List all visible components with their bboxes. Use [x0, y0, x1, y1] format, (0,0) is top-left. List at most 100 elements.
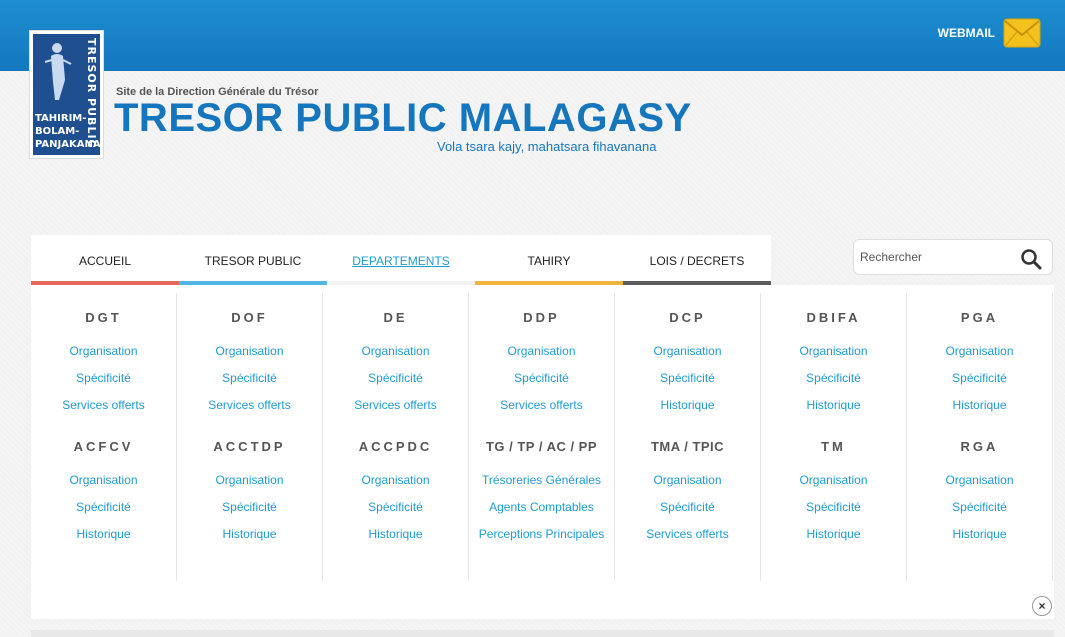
menu-group: DDP Organisation Spécificité Services offer…: [469, 301, 614, 422]
menu-link[interactable]: Historique: [615, 395, 760, 422]
menu-link[interactable]: Spécificité: [761, 497, 906, 524]
menu-group-title[interactable]: DE: [323, 301, 468, 341]
menu-link[interactable]: Organisation: [761, 341, 906, 368]
menu-link[interactable]: Organisation: [323, 470, 468, 497]
menu-group: RGA Organisation Spécificité Historique: [907, 430, 1052, 551]
menu-column: DGT Organisation Spécificité Services offer…: [31, 293, 177, 581]
menu-group-title[interactable]: ACCTDP: [177, 430, 322, 470]
menu-link[interactable]: Historique: [907, 395, 1052, 422]
menu-link[interactable]: Organisation: [323, 341, 468, 368]
logo-emblem: TRESOR PUBLIC TAHIRIM- BOLAM- PANJAKANA: [33, 34, 100, 155]
site-title[interactable]: TRESOR PUBLIC MALAGASY: [114, 96, 692, 141]
menu-group-title[interactable]: TG / TP / AC / PP: [469, 430, 614, 470]
logo-line: PANJAKANA: [35, 139, 100, 150]
menu-link[interactable]: Organisation: [615, 341, 760, 368]
menu-group: TM Organisation Spécificité Historique: [761, 430, 906, 551]
nav-item-tahiry[interactable]: TAHIRY: [475, 235, 623, 285]
nav-label: TRESOR PUBLIC: [204, 254, 302, 268]
menu-link[interactable]: Services offerts: [177, 395, 322, 422]
menu-link[interactable]: Organisation: [177, 341, 322, 368]
menu-group-title[interactable]: DGT: [31, 301, 176, 341]
menu-link[interactable]: Agents Comptables: [469, 497, 614, 524]
nav-label: LOIS / DECRETS: [649, 254, 745, 268]
menu-link[interactable]: Spécificité: [907, 368, 1052, 395]
menu-link[interactable]: Spécificité: [31, 368, 176, 395]
menu-link[interactable]: Services offerts: [615, 524, 760, 551]
menu-link[interactable]: Organisation: [31, 341, 176, 368]
menu-group: TMA / TPIC Organisation Spécificité Service…: [615, 430, 760, 551]
menu-group: TG / TP / AC / PP Trésoreries Générales Ag…: [469, 430, 614, 551]
search-icon[interactable]: [1020, 248, 1042, 270]
menu-column: DOF Organisation Spécificité Services offer…: [177, 293, 323, 581]
search-input[interactable]: [860, 250, 1010, 264]
menu-group: PGA Organisation Spécificité Historique: [907, 301, 1052, 422]
menu-link[interactable]: Spécificité: [907, 497, 1052, 524]
nav-label: DEPARTEMENTS: [352, 254, 450, 268]
search-box: [853, 239, 1053, 275]
menu-link[interactable]: Organisation: [31, 470, 176, 497]
menu-group: ACCPDC Organisation Spécificité Historique: [323, 430, 468, 551]
menu-link[interactable]: Spécificité: [177, 368, 322, 395]
menu-link[interactable]: Historique: [761, 524, 906, 551]
nav-item-accueil[interactable]: ACCUEIL: [31, 235, 179, 285]
menu-group: DBIFA Organisation Spécificité Historique: [761, 301, 906, 422]
menu-link[interactable]: Spécificité: [761, 368, 906, 395]
menu-link[interactable]: Historique: [323, 524, 468, 551]
menu-group-title[interactable]: DCP: [615, 301, 760, 341]
nav-item-lois-decrets[interactable]: LOIS / DECRETS: [623, 235, 771, 285]
top-bar: WEBMAIL: [0, 0, 1065, 71]
menu-link[interactable]: Spécificité: [615, 368, 760, 395]
menu-link[interactable]: Organisation: [177, 470, 322, 497]
nav-label: ACCUEIL: [78, 254, 131, 268]
menu-link[interactable]: Historique: [177, 524, 322, 551]
menu-column: DDP Organisation Spécificité Services offer…: [469, 293, 615, 581]
menu-group-title[interactable]: DOF: [177, 301, 322, 341]
menu-link[interactable]: Spécificité: [177, 497, 322, 524]
menu-link[interactable]: Spécificité: [31, 497, 176, 524]
content-edge: [31, 630, 1054, 637]
menu-group-title[interactable]: RGA: [907, 430, 1052, 470]
menu-group-title[interactable]: TMA / TPIC: [615, 430, 760, 470]
menu-group-title[interactable]: ACFCV: [31, 430, 176, 470]
menu-group-title[interactable]: DBIFA: [761, 301, 906, 341]
logo-line: TAHIRIM-: [35, 113, 87, 124]
menu-link[interactable]: Historique: [907, 524, 1052, 551]
menu-link[interactable]: Organisation: [907, 341, 1052, 368]
site-slogan: Vola tsara kajy, mahatsara fihavanana: [437, 139, 657, 154]
menu-link[interactable]: Services offerts: [323, 395, 468, 422]
menu-link[interactable]: Spécificité: [469, 368, 614, 395]
menu-link[interactable]: Spécificité: [323, 368, 468, 395]
menu-link[interactable]: Trésoreries Générales: [469, 470, 614, 497]
logo-line: BOLAM-: [35, 126, 80, 137]
envelope-icon: [1003, 18, 1041, 48]
menu-link[interactable]: Organisation: [761, 470, 906, 497]
menu-link[interactable]: Spécificité: [615, 497, 760, 524]
menu-link[interactable]: Organisation: [907, 470, 1052, 497]
webmail-label: WEBMAIL: [937, 26, 995, 40]
menu-link[interactable]: Spécificité: [323, 497, 468, 524]
main-nav: ACCUEIL TRESOR PUBLIC DEPARTEMENTS TAHIR…: [31, 235, 771, 285]
menu-link[interactable]: Organisation: [469, 341, 614, 368]
menu-group: ACFCV Organisation Spécificité Historique: [31, 430, 176, 551]
webmail-link[interactable]: WEBMAIL: [938, 18, 1041, 48]
menu-link[interactable]: Services offerts: [469, 395, 614, 422]
close-button[interactable]: ×: [1032, 596, 1052, 616]
menu-group-title[interactable]: DDP: [469, 301, 614, 341]
menu-group-title[interactable]: PGA: [907, 301, 1052, 341]
menu-group: DGT Organisation Spécificité Services offer…: [31, 301, 176, 422]
nav-label: TAHIRY: [527, 254, 571, 268]
nav-item-departements[interactable]: DEPARTEMENTS: [327, 235, 475, 285]
nav-item-tresor-public[interactable]: TRESOR PUBLIC: [179, 235, 327, 285]
menu-group-title[interactable]: ACCPDC: [323, 430, 468, 470]
menu-group: DE Organisation Spécificité Services offert…: [323, 301, 468, 422]
menu-link[interactable]: Services offerts: [31, 395, 176, 422]
logo-figure-icon: [44, 43, 72, 100]
menu-link[interactable]: Organisation: [615, 470, 760, 497]
menu-link[interactable]: Perceptions Principales: [469, 524, 614, 551]
menu-column: DCP Organisation Spécificité Historique TMA …: [615, 293, 761, 581]
site-logo[interactable]: TRESOR PUBLIC TAHIRIM- BOLAM- PANJAKANA: [29, 30, 104, 159]
menu-column: DBIFA Organisation Spécificité Historique TM…: [761, 293, 907, 581]
menu-group-title[interactable]: TM: [761, 430, 906, 470]
menu-link[interactable]: Historique: [761, 395, 906, 422]
menu-link[interactable]: Historique: [31, 524, 176, 551]
